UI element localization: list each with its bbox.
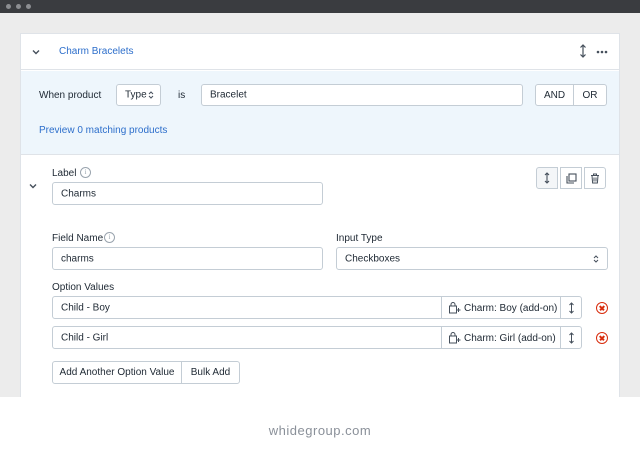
card-header: Charm Bracelets (21, 34, 619, 70)
more-options-icon[interactable] (596, 47, 608, 58)
addon-product-link[interactable]: Charm: Girl (add-on) (441, 327, 560, 348)
preview-products-link[interactable]: Preview 0 matching products (39, 125, 167, 136)
field-name-caption: Field Name (52, 233, 104, 244)
option-value-input[interactable]: Child - Boy (61, 302, 110, 313)
option-move-handle[interactable] (560, 297, 582, 318)
move-arrows-icon (569, 302, 574, 314)
field-collapse-chevron-icon[interactable] (28, 181, 38, 191)
move-arrows-icon (569, 332, 574, 344)
addon-bag-icon (448, 332, 461, 347)
drag-handle-icon[interactable] (578, 43, 588, 62)
option-row: Child - Boy Charm: Boy (add-on) (52, 296, 582, 319)
window-close-dot[interactable] (6, 4, 11, 9)
addon-bag-icon (448, 302, 461, 317)
and-button[interactable]: AND (535, 84, 574, 106)
label-input[interactable]: Charms (52, 182, 323, 205)
collapse-chevron-icon[interactable] (31, 47, 41, 57)
duplicate-field-button[interactable] (560, 167, 582, 189)
window-maximize-dot[interactable] (26, 4, 31, 9)
window-titlebar (0, 0, 640, 13)
watermark-text: whidegroup.com (268, 423, 372, 438)
field-group-card: Charm Bracelets When product Type is Bra… (20, 33, 620, 397)
condition-value-input[interactable]: Bracelet (201, 84, 523, 106)
field-name-info-icon[interactable]: i (104, 232, 115, 243)
select-arrows-icon (593, 254, 599, 267)
field-name-input[interactable]: charms (52, 247, 323, 270)
add-option-value-button[interactable]: Add Another Option Value (52, 361, 182, 384)
remove-option-icon[interactable] (596, 332, 608, 344)
label-info-icon[interactable]: i (80, 167, 91, 178)
select-arrows-icon (148, 90, 154, 103)
delete-field-button[interactable] (584, 167, 606, 189)
remove-option-icon[interactable] (596, 302, 608, 314)
option-values-caption: Option Values (52, 282, 115, 293)
trash-icon (591, 173, 599, 183)
app-frame: Charm Bracelets When product Type is Bra… (0, 13, 640, 397)
input-type-caption: Input Type (336, 233, 383, 244)
condition-rule-panel: When product Type is Bracelet AND OR Pre… (21, 71, 619, 155)
option-value-input[interactable]: Child - Girl (61, 332, 108, 343)
condition-type-select[interactable]: Type (116, 84, 161, 106)
window-minimize-dot[interactable] (16, 4, 21, 9)
move-arrows-icon (544, 172, 550, 184)
label-caption: Label (52, 168, 77, 179)
input-type-select[interactable]: Checkboxes (336, 247, 608, 270)
or-button[interactable]: OR (573, 84, 607, 106)
duplicate-icon (565, 172, 577, 184)
option-move-handle[interactable] (560, 327, 582, 348)
option-row: Child - Girl Charm: Girl (add-on) (52, 326, 582, 349)
move-field-button[interactable] (536, 167, 558, 189)
when-product-label: When product (39, 90, 102, 101)
group-title[interactable]: Charm Bracelets (59, 46, 133, 57)
footer: whidegroup.com (0, 397, 640, 456)
is-label: is (178, 90, 186, 101)
addon-product-link[interactable]: Charm: Boy (add-on) (441, 297, 560, 318)
bulk-add-button[interactable]: Bulk Add (181, 361, 240, 384)
